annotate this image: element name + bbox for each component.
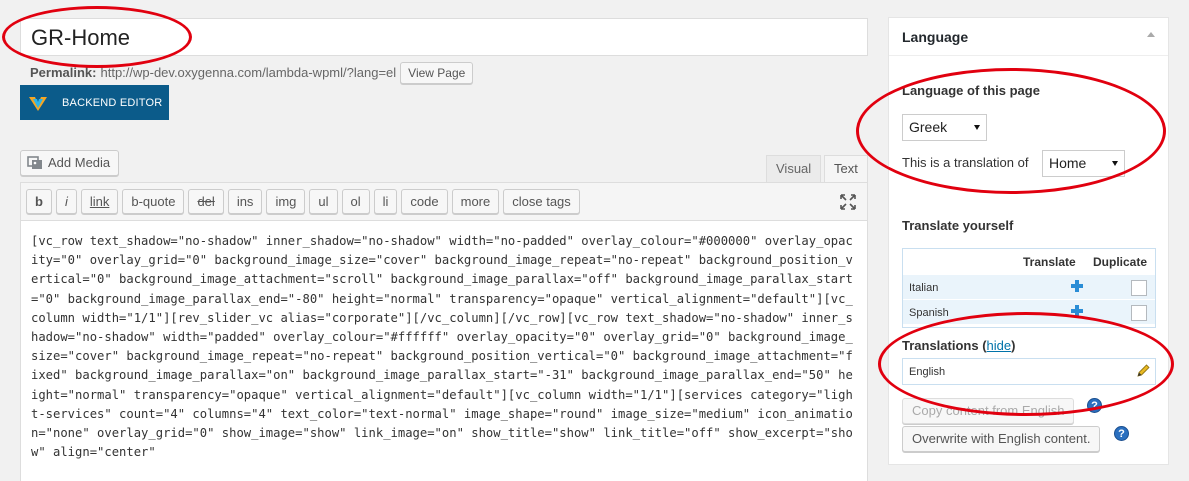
backend-editor-label: BACKEND EDITOR xyxy=(62,96,163,109)
chevron-down-icon xyxy=(974,125,980,130)
add-media-button[interactable]: Add Media xyxy=(20,150,120,176)
language-metabox: Language Language of this page Greek Thi… xyxy=(888,17,1169,465)
translate-yourself-table: Translate Duplicate Italian Spanish xyxy=(902,248,1156,328)
duplicate-checkbox[interactable] xyxy=(1131,305,1147,321)
duplicate-column-header: Duplicate xyxy=(1093,255,1148,269)
translation-language: English xyxy=(909,366,946,378)
row-language: Italian xyxy=(909,282,939,294)
row-language: Spanish xyxy=(909,307,949,319)
tab-visual[interactable]: Visual xyxy=(766,155,822,182)
qt-li-button[interactable]: li xyxy=(373,189,398,214)
translation-of-select[interactable]: Home xyxy=(1042,150,1125,177)
hide-translations-link[interactable]: hide xyxy=(987,338,1012,353)
media-icon xyxy=(27,156,42,169)
translation-of-label: This is a translation of xyxy=(902,155,1029,170)
view-page-button[interactable]: View Page xyxy=(400,62,474,84)
visual-composer-icon xyxy=(29,96,47,111)
add-media-label: Add Media xyxy=(48,155,111,170)
qt-ul-button[interactable]: ul xyxy=(309,189,338,214)
duplicate-checkbox[interactable] xyxy=(1131,280,1147,296)
chevron-down-icon xyxy=(1112,161,1118,166)
qt-img-button[interactable]: img xyxy=(266,189,306,214)
post-title-input[interactable]: GR-Home xyxy=(20,18,868,56)
table-row: Spanish xyxy=(903,299,1155,324)
help-icon[interactable]: ? xyxy=(1114,426,1129,441)
translate-yourself-label: Translate yourself xyxy=(902,218,1014,233)
add-translation-icon[interactable] xyxy=(1071,305,1083,317)
qt-link-button[interactable]: link xyxy=(80,189,119,214)
translations-label: Translations xyxy=(902,338,979,353)
qt-code-button[interactable]: code xyxy=(401,189,448,214)
fullscreen-icon[interactable] xyxy=(839,193,857,211)
help-icon[interactable]: ? xyxy=(1087,398,1102,413)
permalink-label: Permalink: xyxy=(30,65,97,80)
qt-close-tags-button[interactable]: close tags xyxy=(503,189,580,214)
page-language-select[interactable]: Greek xyxy=(902,114,987,141)
translations-header: Translations (hide) xyxy=(902,338,1016,353)
translation-of-value: Home xyxy=(1049,155,1087,171)
table-row: Italian xyxy=(903,274,1155,299)
backend-editor-button[interactable]: BACKEND EDITOR xyxy=(20,85,169,120)
translation-row: English xyxy=(902,358,1156,385)
language-metabox-header[interactable]: Language xyxy=(889,18,1168,56)
qt-ol-button[interactable]: ol xyxy=(341,189,370,214)
copy-content-button[interactable]: Copy content from English xyxy=(902,398,1075,424)
qt-blockquote-button[interactable]: b-quote xyxy=(122,189,185,214)
qt-italic-button[interactable]: i xyxy=(55,189,77,214)
content-textarea[interactable]: [vc_row text_shadow="no-shadow" inner_sh… xyxy=(20,220,868,481)
qt-del-button[interactable]: del xyxy=(188,189,224,214)
table-header: Translate Duplicate xyxy=(903,249,1155,274)
language-of-page-label: Language of this page xyxy=(902,83,1040,98)
add-translation-icon[interactable] xyxy=(1071,280,1083,292)
language-metabox-title: Language xyxy=(902,29,969,45)
qt-ins-button[interactable]: ins xyxy=(227,189,263,214)
overwrite-content-button[interactable]: Overwrite with English content. xyxy=(902,426,1101,452)
qt-more-button[interactable]: more xyxy=(451,189,500,214)
quicktags-toolbar: b i link b-quote del ins img ul ol li co… xyxy=(20,182,868,220)
page-language-value: Greek xyxy=(909,119,948,135)
collapse-arrow-icon[interactable] xyxy=(1147,32,1155,37)
permalink-row: Permalink: http://wp-dev.oxygenna.com/la… xyxy=(30,62,474,84)
translate-column-header: Translate xyxy=(1023,255,1076,269)
permalink-url[interactable]: http://wp-dev.oxygenna.com/lambda-wpml/?… xyxy=(100,63,396,83)
tab-text[interactable]: Text xyxy=(824,155,868,182)
qt-bold-button[interactable]: b xyxy=(26,189,52,214)
pencil-icon[interactable] xyxy=(1135,363,1151,379)
